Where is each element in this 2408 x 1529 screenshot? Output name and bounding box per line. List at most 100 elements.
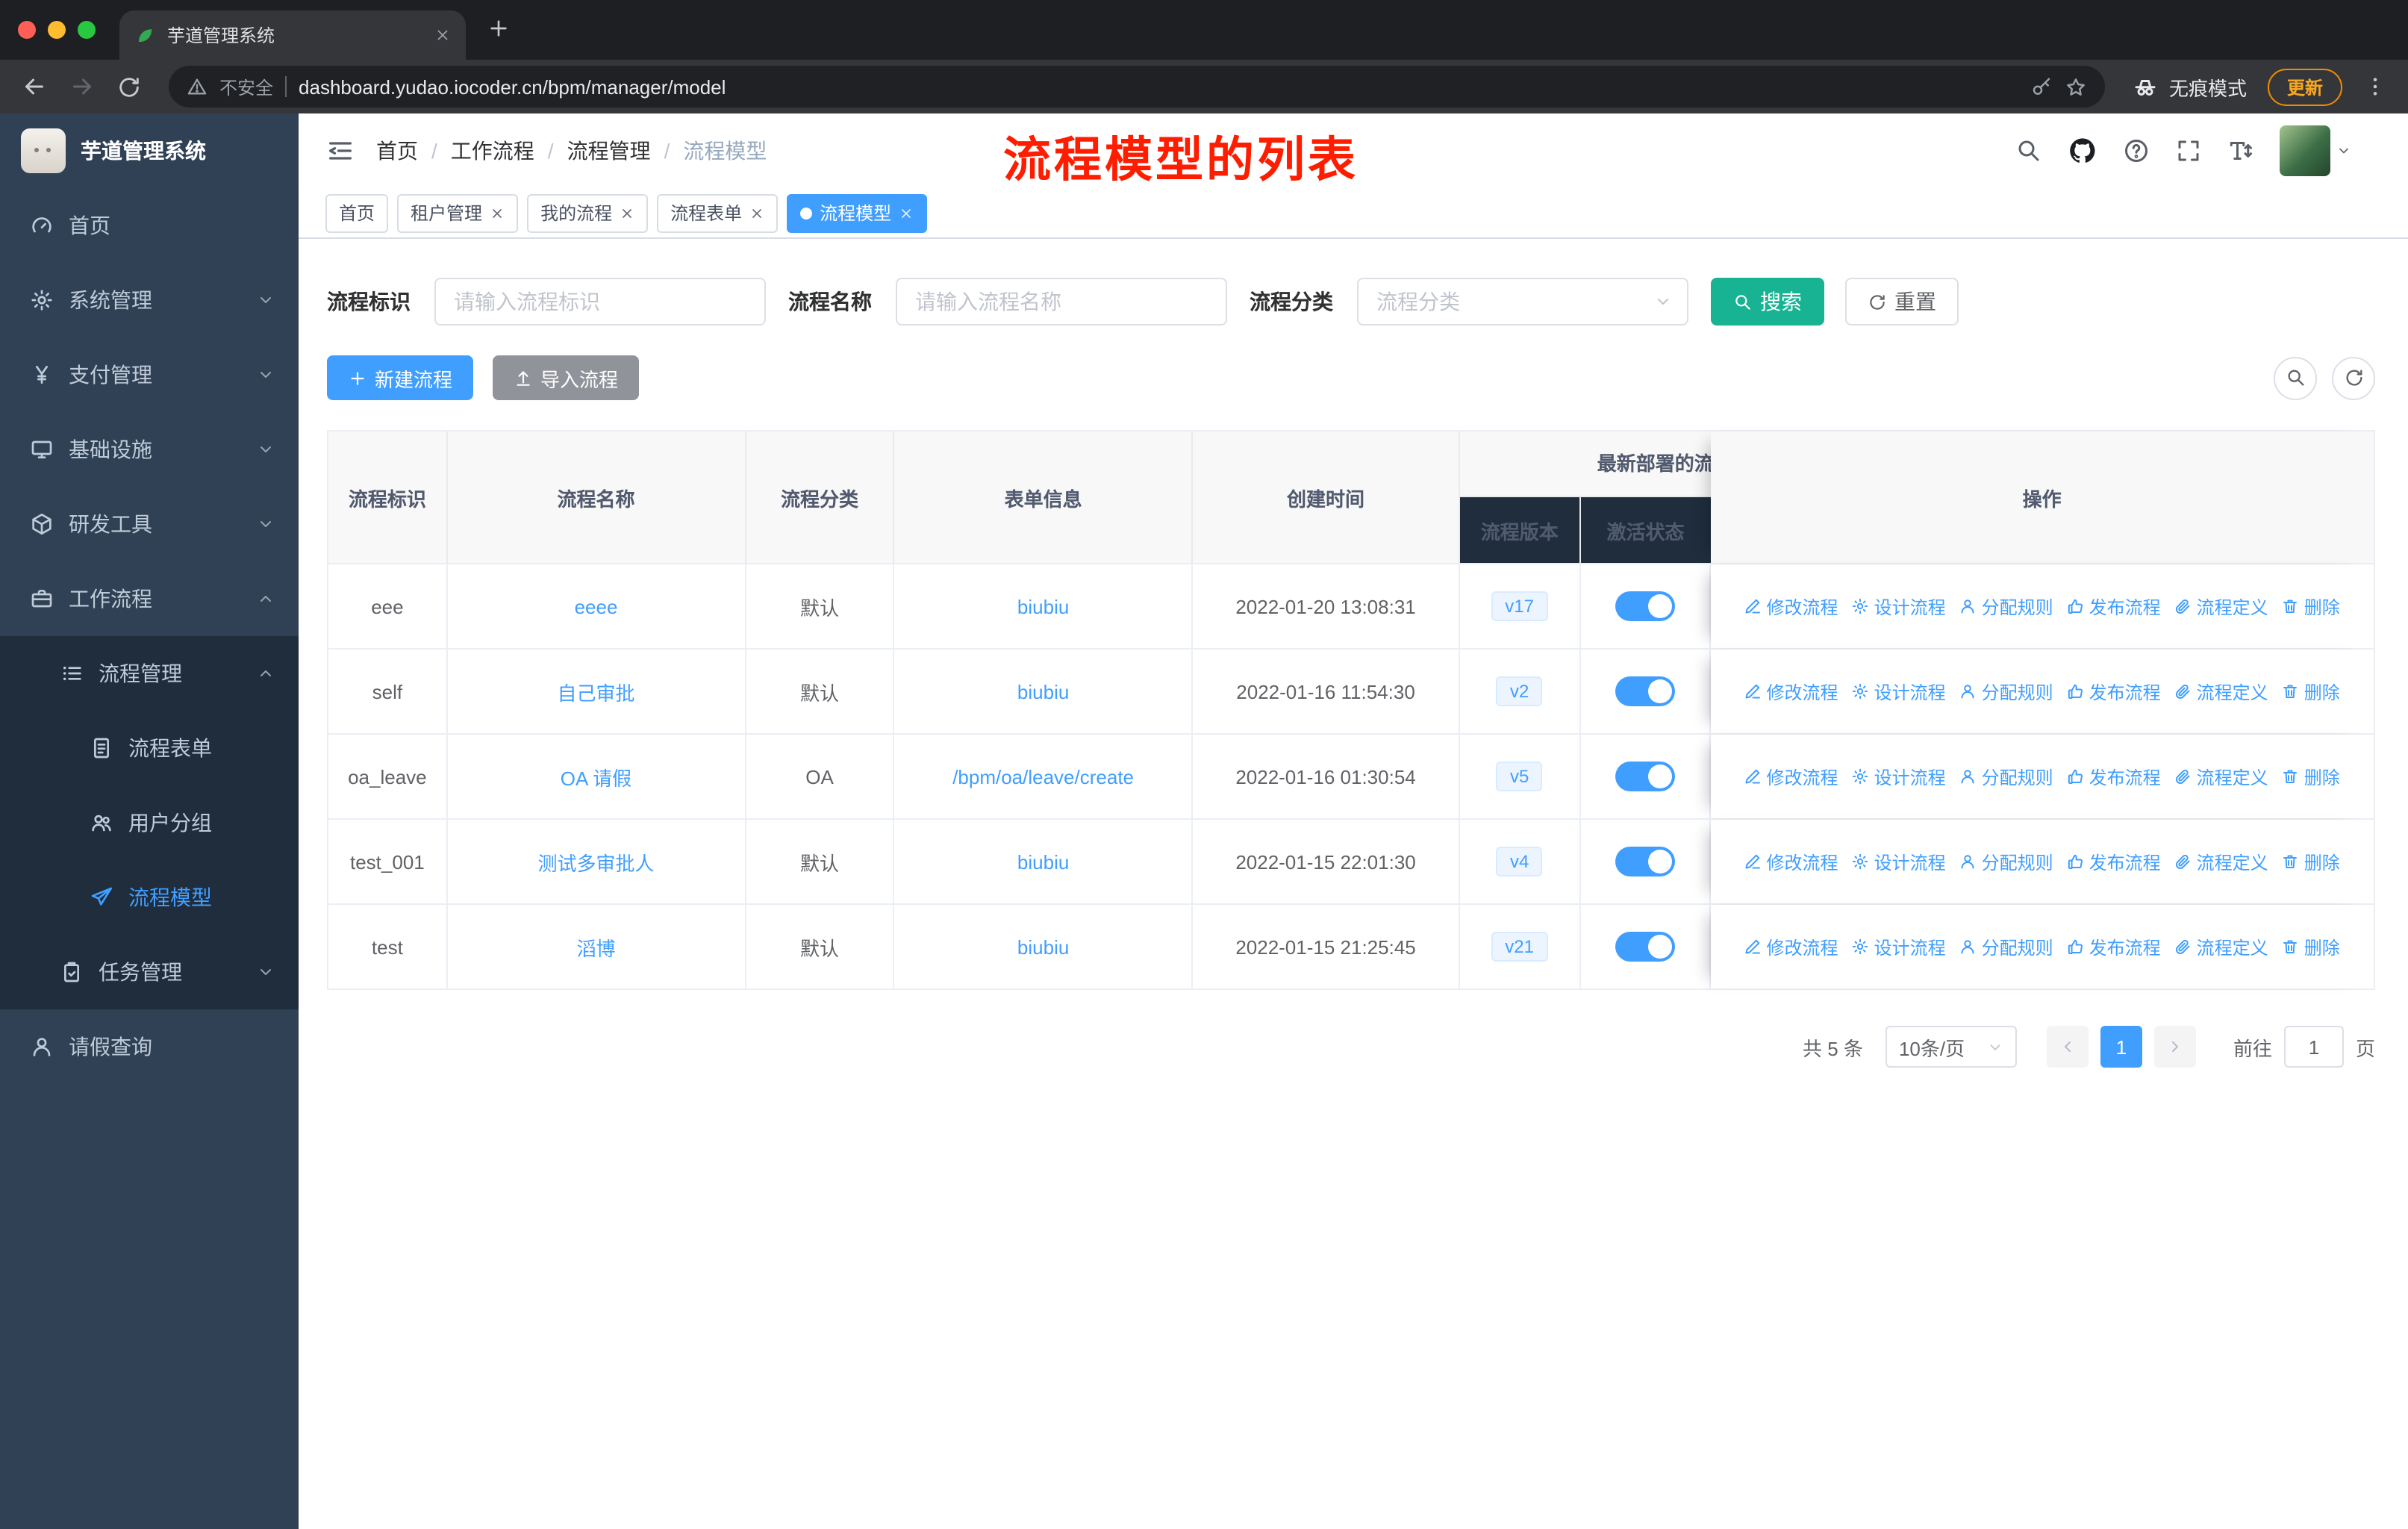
sidebar-item-process-form[interactable]: 流程表单 [0,711,299,785]
version-tag[interactable]: v2 [1496,676,1543,707]
user-avatar[interactable] [2280,125,2330,176]
view-tab-home[interactable]: 首页 [325,193,389,232]
action-modify-link[interactable]: 修改流程 [1744,764,1838,789]
toggle-search-button[interactable] [2274,356,2317,399]
view-tab-process-form[interactable]: 流程表单 [657,193,779,232]
breadcrumb-home[interactable]: 首页 [376,136,418,166]
back-icon[interactable] [21,73,48,100]
action-assign-link[interactable]: 分配规则 [1959,934,2053,959]
breadcrumb-workflow[interactable]: 工作流程 [451,136,534,166]
action-design-link[interactable]: 设计流程 [1852,594,1946,619]
category-select[interactable]: 流程分类 [1357,278,1688,326]
version-tag[interactable]: v21 [1491,931,1547,962]
search-button[interactable]: 搜索 [1711,278,1824,326]
view-tab-tenant[interactable]: 租户管理 [397,193,519,232]
search-icon[interactable] [2015,137,2042,164]
sidebar-item-process-management[interactable]: 流程管理 [0,636,299,711]
action-assign-link[interactable]: 分配规则 [1959,764,2053,789]
action-publish-link[interactable]: 发布流程 [2067,594,2161,619]
action-design-link[interactable]: 设计流程 [1852,764,1946,789]
page-size-select[interactable]: 10条/页 [1885,1026,2017,1068]
action-assign-link[interactable]: 分配规则 [1959,849,2053,874]
sidebar-item-payment[interactable]: 支付管理 [0,337,299,412]
action-definition-link[interactable]: 流程定义 [2174,849,2268,874]
breadcrumb-process-management[interactable]: 流程管理 [567,136,651,166]
window-zoom-button[interactable] [78,21,96,39]
active-toggle[interactable] [1615,932,1675,962]
action-design-link[interactable]: 设计流程 [1852,849,1946,874]
action-publish-link[interactable]: 发布流程 [2067,679,2161,704]
form-info-link[interactable]: biubiu [1017,935,1069,958]
model-name-link[interactable]: eeee [575,595,618,617]
action-delete-link[interactable]: 删除 [2282,594,2340,619]
sidebar-item-leave-query[interactable]: 请假查询 [0,1009,299,1084]
model-name-link[interactable]: 自己审批 [557,677,634,706]
version-tag[interactable]: v4 [1496,846,1543,877]
font-size-icon[interactable] [2227,137,2254,164]
window-close-button[interactable] [18,21,36,39]
prev-page-button[interactable] [2046,1026,2089,1068]
bookmark-star-icon[interactable] [2065,75,2087,98]
action-delete-link[interactable]: 删除 [2282,764,2340,789]
action-definition-link[interactable]: 流程定义 [2174,934,2268,959]
form-info-link[interactable]: biubiu [1017,850,1069,873]
close-icon[interactable] [899,205,914,220]
form-info-link[interactable]: /bpm/oa/leave/create [952,765,1134,788]
address-bar[interactable]: 不安全 dashboard.yudao.iocoder.cn/bpm/manag… [169,66,2105,108]
next-page-button[interactable] [2153,1026,2196,1068]
action-delete-link[interactable]: 删除 [2282,849,2340,874]
action-delete-link[interactable]: 删除 [2282,934,2340,959]
process-name-input[interactable] [896,278,1227,326]
view-tab-my-process[interactable]: 我的流程 [527,193,649,232]
new-tab-button[interactable] [487,16,511,48]
active-toggle[interactable] [1615,676,1675,706]
action-publish-link[interactable]: 发布流程 [2067,934,2161,959]
import-process-button[interactable]: 导入流程 [493,355,640,400]
tab-close-icon[interactable] [434,27,451,43]
help-icon[interactable] [2123,137,2150,164]
model-name-link[interactable]: OA 请假 [561,762,631,791]
sidebar-item-devtools[interactable]: 研发工具 [0,487,299,561]
reload-icon[interactable] [116,74,142,99]
active-toggle[interactable] [1615,847,1675,876]
sidebar-item-user-group[interactable]: 用户分组 [0,785,299,860]
action-modify-link[interactable]: 修改流程 [1744,934,1838,959]
action-definition-link[interactable]: 流程定义 [2174,764,2268,789]
fullscreen-icon[interactable] [2175,137,2202,164]
sidebar-item-workflow[interactable]: 工作流程 [0,561,299,636]
active-toggle[interactable] [1615,591,1675,621]
browser-tab[interactable]: 芋道管理系统 [119,10,466,60]
github-icon[interactable] [2068,136,2097,166]
action-definition-link[interactable]: 流程定义 [2174,679,2268,704]
process-key-input[interactable] [434,278,766,326]
close-icon[interactable] [490,205,505,220]
version-tag[interactable]: v5 [1496,761,1543,792]
action-publish-link[interactable]: 发布流程 [2067,764,2161,789]
reset-button[interactable]: 重置 [1845,278,1959,326]
active-toggle[interactable] [1615,762,1675,791]
version-tag[interactable]: v17 [1491,591,1547,622]
action-modify-link[interactable]: 修改流程 [1744,849,1838,874]
create-process-button[interactable]: 新建流程 [327,355,474,400]
refresh-table-button[interactable] [2332,356,2375,399]
action-delete-link[interactable]: 删除 [2282,679,2340,704]
action-modify-link[interactable]: 修改流程 [1744,594,1838,619]
sidebar-item-home[interactable]: 首页 [0,188,299,263]
window-minimize-button[interactable] [48,21,66,39]
forward-icon[interactable] [69,73,96,100]
update-button[interactable]: 更新 [2267,68,2342,105]
action-assign-link[interactable]: 分配规则 [1959,594,2053,619]
action-publish-link[interactable]: 发布流程 [2067,849,2161,874]
action-assign-link[interactable]: 分配规则 [1959,679,2053,704]
key-icon[interactable] [2030,75,2053,98]
sidebar-item-process-model[interactable]: 流程模型 [0,860,299,935]
close-icon[interactable] [749,205,764,220]
close-icon[interactable] [620,205,634,220]
sidebar-item-system[interactable]: 系统管理 [0,263,299,337]
browser-menu-icon[interactable] [2363,75,2387,99]
goto-page-input[interactable] [2283,1026,2344,1068]
action-design-link[interactable]: 设计流程 [1852,679,1946,704]
form-info-link[interactable]: biubiu [1017,680,1069,703]
view-tab-process-model[interactable]: 流程模型 [787,193,928,232]
model-name-link[interactable]: 测试多审批人 [537,847,654,876]
